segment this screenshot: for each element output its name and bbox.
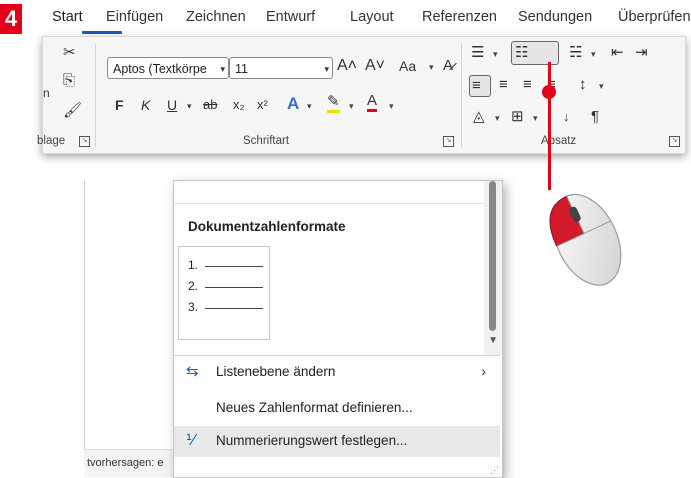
shading-icon[interactable]: ◬ [473, 107, 485, 127]
tab-start[interactable]: Start [52, 9, 83, 25]
active-tab-indicator [82, 31, 122, 34]
chevron-down-icon[interactable]: ▾ [493, 49, 498, 60]
font-name-combo[interactable]: Aptos (Textkörpe ▾ [107, 57, 229, 79]
highlight-color-icon[interactable]: ✎ [327, 94, 340, 113]
section-title: Dokumentzahlenformate [188, 219, 346, 234]
chevron-down-icon[interactable]: ▾ [307, 101, 312, 112]
format-rule [205, 287, 263, 288]
bold-icon[interactable]: F [115, 95, 124, 115]
numbering-button[interactable]: ☷ [511, 41, 559, 65]
status-text: tvorhersagen: e [87, 457, 164, 469]
group-separator [461, 43, 462, 147]
format-line-3: 3. [188, 300, 199, 314]
superscript-icon[interactable]: x² [257, 95, 268, 115]
format-line-1: 1. [188, 258, 199, 272]
copy-icon[interactable]: ⎘ [63, 71, 75, 91]
format-painter-icon[interactable]: 🖌 [63, 101, 82, 121]
pilcrow-icon[interactable]: ¶ [591, 107, 599, 127]
chevron-right-icon: › [481, 363, 486, 379]
menu-item-label: Nummerierungswert festlegen... [216, 433, 408, 448]
chevron-down-icon[interactable]: ▾ [349, 101, 354, 112]
format-rule [205, 266, 263, 267]
align-left-icon: ≡ [472, 77, 481, 94]
font-size-combo[interactable]: 11 ▾ [229, 57, 333, 79]
font-launcher-icon[interactable]: ↘ [443, 136, 454, 147]
font-size-value: 11 [235, 62, 248, 76]
step-badge: 4 [0, 4, 22, 34]
shrink-font-icon[interactable]: A˅ [365, 56, 385, 76]
format-rule [205, 308, 263, 309]
tab-layout[interactable]: Layout [350, 9, 394, 25]
clear-formatting-icon[interactable]: A̷ [443, 56, 453, 76]
scrollbar-thumb[interactable] [489, 181, 496, 331]
numbering-value-icon: ⅟ [186, 432, 195, 449]
list-level-icon: ⇆ [186, 363, 199, 380]
clipboard-launcher-icon[interactable]: ↘ [79, 136, 90, 147]
divider [174, 203, 483, 204]
font-group-label: Schriftart [243, 135, 290, 147]
tab-referenzen[interactable]: Referenzen [422, 9, 497, 25]
menu-item-label: Listenebene ändern [216, 364, 336, 379]
mouse-icon [549, 193, 622, 286]
ribbon-tab-bar: Start Einfügen Zeichnen Entwurf Layout R… [30, 0, 691, 34]
scroll-down-icon[interactable]: ▼ [488, 335, 498, 346]
align-center-icon[interactable]: ≡ [499, 75, 508, 95]
chevron-down-icon[interactable]: ▾ [533, 113, 538, 124]
numbering-icon: ☷ [515, 44, 529, 61]
multilevel-list-icon[interactable]: ☵ [569, 43, 582, 63]
align-right-icon[interactable]: ≡ [523, 75, 532, 95]
menu-item-set-numbering-value[interactable]: ⅟ Nummerierungswert festlegen... [174, 426, 500, 457]
sort-icon[interactable]: ↓ [563, 107, 570, 127]
text-effects-icon[interactable]: A [287, 94, 299, 114]
tab-entwurf[interactable]: Entwurf [266, 9, 315, 25]
format-line-2: 2. [188, 279, 199, 293]
paragraph-group-label: Absatz [541, 135, 577, 147]
menu-item-change-list-level[interactable]: ⇆ Listenebene ändern › [174, 357, 500, 388]
font-color-icon[interactable]: A [367, 93, 378, 112]
chevron-down-icon: ▾ [324, 64, 329, 74]
clipboard-group-label: blage [37, 135, 66, 147]
decrease-indent-icon[interactable]: ⇤ [611, 43, 624, 63]
ribbon-panel: ✂ ⎘ n 🖌 blage ↘ Aptos (Textkörpe ▾ 11 ▾ … [37, 36, 686, 154]
tab-ueberpruefen[interactable]: Überprüfen [618, 9, 691, 25]
cut-icon[interactable]: ✂ [63, 43, 76, 63]
borders-icon[interactable]: ⊞ [511, 107, 524, 127]
line-spacing-icon[interactable]: ↕ [579, 75, 587, 95]
menu-item-label: Neues Zahlenformat definieren... [216, 400, 413, 415]
underline-icon[interactable]: U [167, 95, 177, 115]
chevron-down-icon[interactable]: ▾ [429, 62, 434, 73]
chevron-down-icon[interactable]: ▾ [599, 81, 604, 92]
font-name-value: Aptos (Textkörpe [113, 62, 207, 76]
chevron-down-icon[interactable]: ▾ [495, 113, 500, 124]
chevron-down-icon[interactable]: ▾ [591, 49, 596, 60]
chevron-down-icon[interactable]: ▾ [389, 101, 394, 112]
tab-einfuegen[interactable]: Einfügen [106, 9, 163, 25]
chevron-down-icon[interactable]: ▾ [187, 101, 192, 112]
numbering-dropdown: ▼ Dokumentzahlenformate 1. 2. 3. ⇆ Liste… [173, 180, 503, 478]
paragraph-launcher-icon[interactable]: ↘ [669, 136, 680, 147]
numbering-format-option[interactable]: 1. 2. 3. [178, 246, 270, 340]
tab-sendungen[interactable]: Sendungen [518, 9, 592, 25]
align-left-button[interactable]: ≡ [469, 75, 491, 97]
pointer-line [548, 62, 551, 190]
italic-icon[interactable]: K [141, 95, 150, 115]
divider [174, 355, 500, 356]
strikethrough-icon[interactable]: ab [203, 95, 217, 115]
bullets-icon[interactable]: ☰ [471, 43, 484, 63]
subscript-icon[interactable]: x₂ [233, 95, 245, 115]
change-case-icon[interactable]: Aa [399, 56, 416, 76]
paste-icon[interactable]: n [43, 83, 50, 103]
resize-grip-icon[interactable]: ⋰ [490, 465, 499, 476]
group-separator [95, 43, 96, 147]
tab-zeichnen[interactable]: Zeichnen [186, 9, 246, 25]
menu-item-define-number-format[interactable]: Neues Zahlenformat definieren... [174, 393, 500, 424]
grow-font-icon[interactable]: A˄ [337, 56, 357, 76]
chevron-down-icon: ▾ [220, 64, 225, 74]
pointer-dot [542, 85, 556, 99]
document-area[interactable] [84, 180, 175, 476]
scrollbar[interactable]: ▼ [484, 181, 502, 355]
increase-indent-icon[interactable]: ⇥ [635, 43, 648, 63]
